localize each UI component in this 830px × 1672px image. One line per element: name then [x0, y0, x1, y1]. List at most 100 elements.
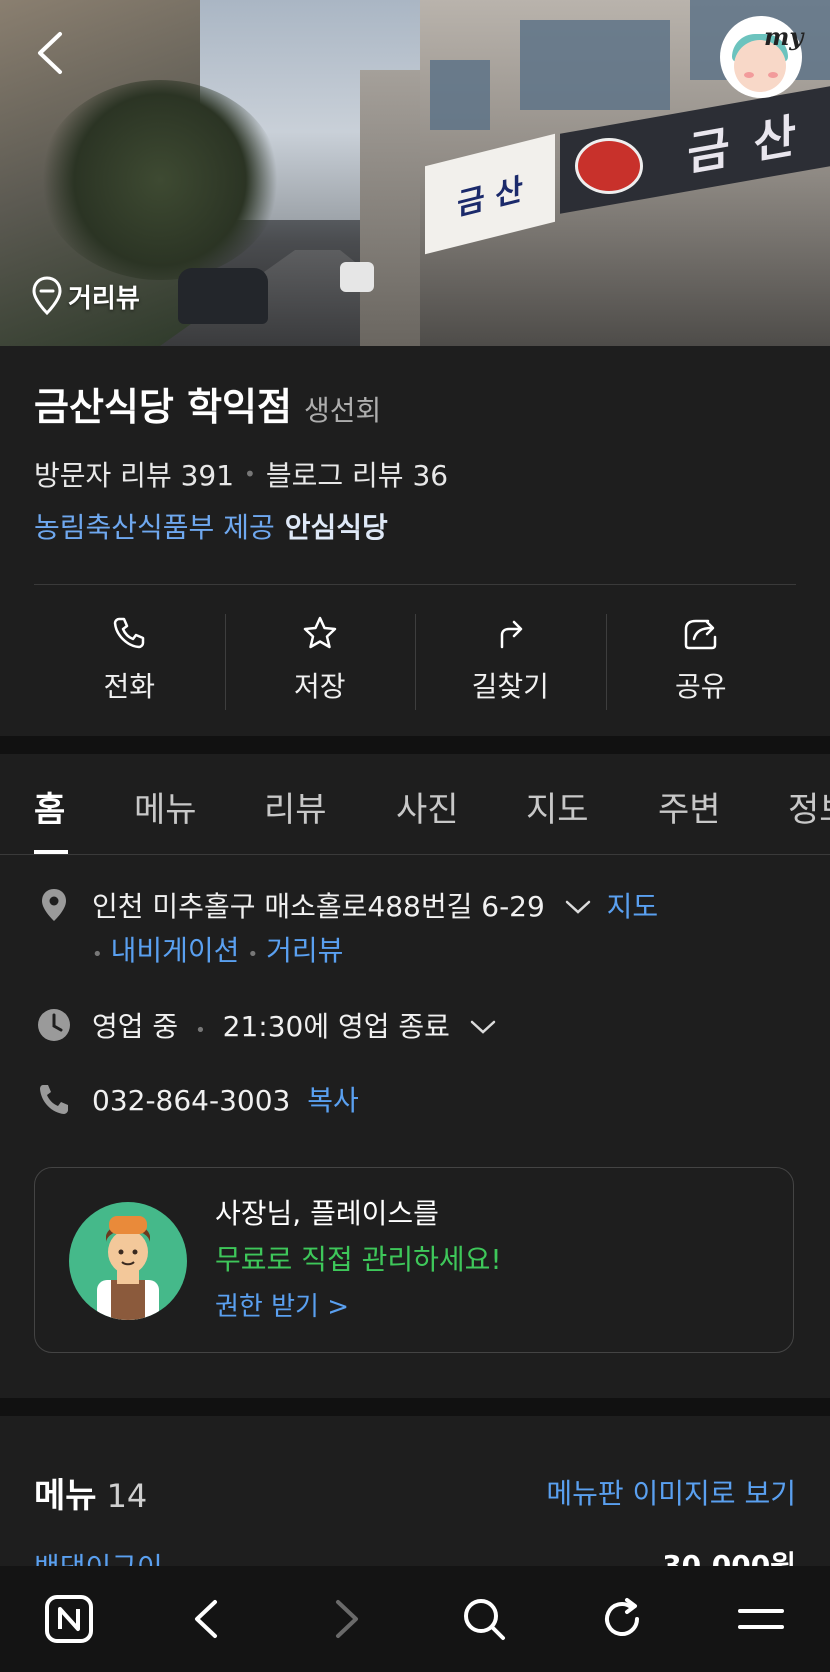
address-row: 인천 미추홀구 매소홀로488번길 6-29 지도 • 내비게이션 • 거리뷰	[34, 885, 658, 977]
directions-icon	[501, 620, 523, 649]
certification[interactable]: 농림축산식품부 제공 안심식당	[34, 506, 388, 546]
owner-card-line2: 무료로 직접 관리하세요!	[215, 1243, 502, 1276]
naver-home-icon	[45, 1595, 94, 1643]
share-label: 공유	[674, 670, 727, 703]
address-text: 인천 미추홀구 매소홀로488번길 6-29 지도 • 내비게이션 • 거리뷰	[92, 885, 658, 977]
chef-illustration-icon	[97, 1216, 159, 1320]
tab-info[interactable]: 정보	[788, 782, 830, 831]
menu-count: 14	[106, 1477, 148, 1515]
tab-map[interactable]: 지도	[526, 782, 589, 831]
star-icon	[303, 616, 336, 649]
forward-arrow-icon	[335, 1600, 358, 1638]
hours-row[interactable]: 영업 중 • 21:30에 영업 종료	[34, 1005, 497, 1053]
owner-avatar	[69, 1202, 187, 1320]
menu-section: 메뉴 14 메뉴판 이미지로 보기 밴댕이구이 30,000원	[0, 1416, 830, 1566]
phone-text: 032-864-3003 복사	[92, 1079, 359, 1123]
naver-home-button[interactable]	[34, 1584, 104, 1654]
share-icon	[684, 619, 716, 650]
back-arrow-icon	[38, 32, 62, 74]
menu-title: 메뉴	[34, 1476, 97, 1516]
place-category: 생선회	[303, 394, 382, 427]
streetview-link[interactable]: 거리뷰	[266, 934, 343, 967]
window	[520, 20, 670, 110]
call-label: 전화	[103, 670, 156, 703]
streetview-button[interactable]: 거리뷰	[32, 276, 140, 316]
address-value: 인천 미추홀구 매소홀로488번길 6-29	[92, 890, 545, 923]
share-button[interactable]: 공유	[605, 610, 797, 710]
phone-icon	[114, 617, 145, 649]
separator-dot: •	[244, 462, 256, 486]
review-counts: 방문자 리뷰 391 • 블로그 리뷰 36	[34, 454, 448, 494]
section-separator	[0, 1398, 830, 1416]
home-details: 인천 미추홀구 매소홀로488번길 6-29 지도 • 내비게이션 • 거리뷰 영업 …	[0, 855, 830, 1397]
separator-dot: •	[92, 944, 103, 965]
call-button[interactable]: 전화	[34, 610, 225, 710]
menu-item-price: 30,000원	[662, 1549, 796, 1566]
browser-forward-button[interactable]	[311, 1584, 381, 1654]
directions-button[interactable]: 길찾기	[415, 610, 606, 710]
owner-claim-card[interactable]: 사장님, 플레이스를 무료로 직접 관리하세요! 권한 받기 >	[34, 1167, 794, 1353]
clock-icon	[38, 1009, 70, 1041]
refresh-icon	[605, 1598, 640, 1636]
navigation-link[interactable]: 내비게이션	[111, 934, 240, 967]
menu-heading: 메뉴 14	[34, 1468, 147, 1517]
streetview-label: 거리뷰	[68, 283, 140, 314]
place-title: 금산식당 학익점	[34, 385, 292, 429]
my-label: my	[764, 22, 804, 51]
save-label: 저장	[293, 670, 346, 703]
chevron-down-icon[interactable]	[469, 1018, 497, 1036]
divider	[34, 584, 796, 585]
owner-card-line1: 사장님, 플레이스를	[215, 1197, 439, 1230]
get-permission-link[interactable]: 권한 받기 >	[215, 1286, 349, 1323]
hours-close: 21:30에 영업 종료	[222, 1010, 450, 1043]
separator-dot: •	[247, 944, 259, 965]
back-button[interactable]	[30, 28, 74, 78]
browser-back-button[interactable]	[172, 1584, 242, 1654]
menu-image-view-link[interactable]: 메뉴판 이미지로 보기	[546, 1472, 796, 1512]
title-row: 금산식당 학익점 생선회	[34, 376, 381, 431]
separator-dot: •	[195, 1020, 206, 1041]
fish-logo	[575, 138, 643, 194]
tree	[40, 80, 280, 280]
browser-menu-button[interactable]	[726, 1584, 796, 1654]
blog-review-link[interactable]: 블로그 리뷰 36	[266, 454, 448, 494]
tab-photo[interactable]: 사진	[396, 782, 459, 831]
location-pin-icon	[42, 889, 66, 921]
active-tab-indicator	[34, 850, 68, 854]
phone-row: 032-864-3003 복사	[34, 1079, 359, 1123]
cert-provider: 농림축산식품부 제공	[34, 511, 275, 544]
avatar-cheek	[768, 72, 778, 78]
tab-review[interactable]: 리뷰	[264, 782, 327, 831]
tab-menu[interactable]: 메뉴	[134, 782, 197, 831]
cert-badge: 안심식당	[284, 511, 388, 544]
copy-phone-link[interactable]: 복사	[307, 1084, 359, 1117]
chevron-down-icon[interactable]	[564, 898, 592, 916]
section-separator	[0, 736, 830, 754]
my-profile-button[interactable]: my	[720, 16, 804, 98]
phone-number[interactable]: 032-864-3003	[92, 1084, 290, 1117]
search-icon	[464, 1599, 506, 1640]
address-map-link[interactable]: 지도	[607, 890, 659, 923]
save-button[interactable]: 저장	[224, 610, 416, 710]
visitor-review-link[interactable]: 방문자 리뷰 391	[34, 454, 234, 494]
map-pin-icon	[32, 276, 62, 316]
window	[430, 60, 490, 130]
avatar-cheek	[744, 72, 754, 78]
browser-search-button[interactable]	[449, 1584, 519, 1654]
menu-item-name[interactable]: 밴댕이구이	[34, 1546, 163, 1566]
place-info: 금산식당 학익점 생선회 방문자 리뷰 391 • 블로그 리뷰 36 농림축산…	[0, 346, 830, 736]
browser-toolbar	[0, 1566, 830, 1672]
directions-label: 길찾기	[471, 670, 549, 703]
hours-status: 영업 중	[92, 1010, 179, 1043]
parked-car	[340, 262, 374, 292]
action-bar: 전화 저장 길찾기 공유	[34, 610, 796, 710]
phone-icon	[40, 1085, 68, 1114]
browser-refresh-button[interactable]	[587, 1584, 657, 1654]
menu-icon	[737, 1609, 784, 1629]
tab-nearby[interactable]: 주변	[658, 782, 721, 831]
tab-bar: 홈 메뉴 리뷰 사진 지도 주변 정보	[0, 754, 830, 855]
hours-text: 영업 중 • 21:30에 영업 종료	[92, 1005, 497, 1053]
parked-car	[178, 268, 268, 324]
back-arrow-icon	[195, 1600, 218, 1638]
tab-home[interactable]: 홈	[34, 782, 65, 831]
